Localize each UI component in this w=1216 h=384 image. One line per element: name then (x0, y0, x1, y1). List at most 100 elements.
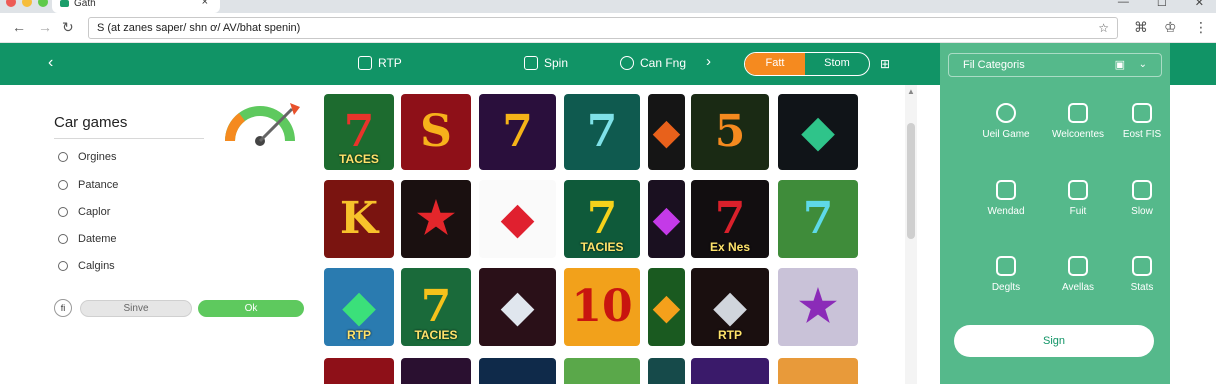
forward-arrow-icon[interactable]: → (38, 19, 52, 35)
game-tile[interactable] (691, 358, 769, 384)
chevron-right-icon[interactable]: › (706, 53, 711, 70)
category-label: Ueil Game (982, 129, 1030, 140)
game-tile[interactable]: ◆ (479, 180, 556, 258)
grid-view-icon[interactable]: ⊞ (880, 57, 890, 71)
maximize-window-dot[interactable] (38, 0, 48, 7)
scroll-up-icon[interactable]: ▲ (907, 87, 915, 96)
game-tile-symbol: ◆ (652, 286, 681, 328)
game-tile-symbol: ★ (798, 281, 838, 332)
extensions-icon[interactable]: ⌘ (1134, 19, 1148, 36)
game-tile[interactable]: 7 TACIES (564, 180, 640, 258)
game-tile-caption: Ex Nes (709, 240, 751, 254)
category-label: Deglts (991, 282, 1021, 293)
game-tile[interactable]: ★ (778, 268, 858, 346)
game-tile[interactable]: ◆ (648, 180, 685, 258)
browser-tab[interactable]: Gath × (52, 0, 220, 13)
category-fuit[interactable]: Fuit (1042, 180, 1114, 217)
option-calgins[interactable]: Calgins (58, 260, 115, 272)
game-tile[interactable] (324, 358, 394, 384)
scrollbar-thumb[interactable] (907, 123, 915, 239)
game-tile[interactable]: ◆ (778, 94, 858, 170)
nav-spin[interactable]: Spin (524, 56, 568, 70)
restore-icon[interactable]: ☐ (1157, 0, 1167, 9)
scrollbar[interactable]: ▲ (905, 85, 917, 384)
game-tile[interactable]: 7 TACIES (401, 268, 471, 346)
game-grid: 7 TACES S 7 7 ◆ 5 ◆ K ★ ◆ 7 TACIES ◆ 7 Ex Nes 7 ◆ RTP 7 TACI… (324, 94, 904, 384)
nav-spin-label: Spin (544, 56, 569, 70)
game-tile-caption: TACES (339, 152, 379, 166)
dice-icon (1068, 180, 1088, 200)
browser-toolbar: ← → ↻ S (at zanes saper/ shn ơ/ AV/bhat … (0, 13, 1216, 43)
profile-icon[interactable]: ♔ (1164, 19, 1177, 36)
category-deglts[interactable]: Deglts (970, 256, 1042, 293)
game-tile[interactable]: ◆ (479, 268, 556, 346)
game-tile[interactable]: S (401, 94, 471, 170)
game-tile[interactable]: 7 (564, 94, 640, 170)
game-tile[interactable]: 7 TACES (324, 94, 394, 170)
radio-icon[interactable] (58, 234, 68, 244)
tab-close-icon[interactable]: × (202, 0, 208, 8)
option-dateme[interactable]: Dateme (58, 233, 117, 245)
toggle-stom[interactable]: Stom (805, 53, 869, 75)
nav-can-fng-label: Can Fng (640, 56, 687, 70)
game-tile[interactable] (401, 358, 471, 384)
minimize-icon[interactable]: — (1118, 0, 1129, 9)
nav-rtp[interactable]: RTP (358, 56, 402, 70)
info-button[interactable]: fi (54, 299, 72, 317)
panel-title: Car games (54, 114, 128, 131)
option-patance[interactable]: Patance (58, 179, 118, 191)
gauge-icon (225, 103, 300, 146)
reload-icon[interactable]: ↻ (62, 19, 74, 36)
nav-can-fng[interactable]: Can Fng (620, 56, 686, 70)
signin-button[interactable]: Sign (954, 325, 1154, 357)
back-chevron-icon[interactable]: ‹ (48, 54, 53, 72)
game-tile[interactable] (778, 358, 858, 384)
radio-icon[interactable] (58, 207, 68, 217)
category-wendad[interactable]: Wendad (970, 180, 1042, 217)
category-label: Slow (1131, 206, 1153, 217)
category-slow[interactable]: Slow (1106, 180, 1178, 217)
toggle-fatt[interactable]: Fatt (745, 53, 805, 75)
game-tile[interactable]: 5 (691, 94, 769, 170)
option-orgines[interactable]: Orgines (58, 151, 117, 163)
category-stats[interactable]: Stats (1106, 256, 1178, 293)
game-tile[interactable]: ◆ (648, 94, 685, 170)
game-tile[interactable] (564, 358, 640, 384)
game-tile[interactable]: ◆ (648, 268, 685, 346)
game-tile[interactable]: ◆ RTP (691, 268, 769, 346)
ok-button[interactable]: Ok (198, 300, 304, 317)
game-tile[interactable]: ◆ RTP (324, 268, 394, 346)
game-tile[interactable]: ★ (401, 180, 471, 258)
address-bar[interactable]: S (at zanes saper/ shn ơ/ AV/bhat spenin… (88, 17, 1118, 39)
game-tile-symbol: ★ (416, 193, 456, 244)
minimize-window-dot[interactable] (22, 0, 32, 7)
category-ueil-game[interactable]: Ueil Game (970, 103, 1042, 140)
radio-icon[interactable] (58, 261, 68, 271)
radio-icon[interactable] (58, 152, 68, 162)
category-avellas[interactable]: Avellas (1042, 256, 1114, 293)
game-tile[interactable]: 7 (479, 94, 556, 170)
game-tile-caption: RTP (718, 328, 742, 342)
game-tile[interactable]: K (324, 180, 394, 258)
category-dropdown[interactable]: Fil Categoris ▣ ⌄ (948, 53, 1162, 77)
option-caplor[interactable]: Caplor (58, 206, 110, 218)
save-button[interactable]: Sinve (80, 300, 192, 317)
menu-kebab-icon[interactable]: ⋮ (1194, 19, 1208, 36)
game-tile[interactable]: 10 (564, 268, 640, 346)
stack-icon (1068, 103, 1088, 123)
radio-icon[interactable] (58, 180, 68, 190)
bookmark-star-icon[interactable]: ☆ (1098, 18, 1109, 38)
mode-toggle[interactable]: Fatt Stom (744, 52, 870, 76)
category-welcoentes[interactable]: Welcoentes (1042, 103, 1114, 140)
back-arrow-icon[interactable]: ← (12, 19, 26, 35)
close-icon[interactable]: ✕ (1195, 0, 1204, 9)
game-tile[interactable] (479, 358, 556, 384)
game-tile[interactable]: 7 (778, 180, 858, 258)
close-window-dot[interactable] (6, 0, 16, 7)
game-tile-symbol: 7 (586, 106, 618, 157)
category-label: Welcoentes (1051, 129, 1105, 140)
grid-icon (1132, 103, 1152, 123)
game-tile[interactable]: 7 Ex Nes (691, 180, 769, 258)
game-tile[interactable] (648, 358, 685, 384)
category-eost-fis[interactable]: Eost FIS (1106, 103, 1178, 140)
